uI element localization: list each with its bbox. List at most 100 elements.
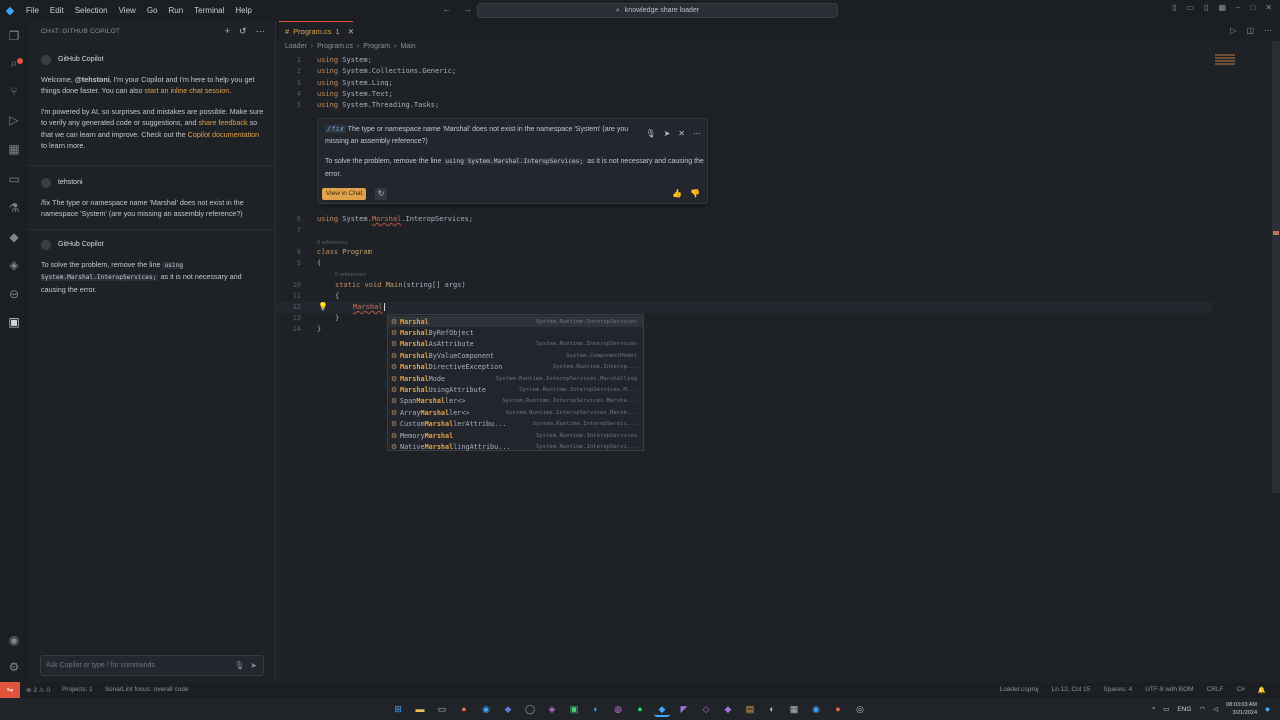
- problems-indicator[interactable]: ⊗ 3 ⚠ 0: [26, 686, 50, 694]
- command-center-search[interactable]: ⌕ knowledge share loader: [477, 3, 838, 18]
- clock[interactable]: 08:03:03 AM 3/21/2024: [1226, 701, 1257, 717]
- obs-icon[interactable]: ◍: [610, 701, 626, 717]
- remote-indicator-icon[interactable]: ⇋: [0, 682, 20, 698]
- menu-go[interactable]: Go: [147, 6, 158, 15]
- spotify-icon[interactable]: ●: [632, 701, 648, 717]
- thumbs-up-icon[interactable]: 👍: [672, 189, 682, 198]
- app-icon[interactable]: ◐: [764, 701, 780, 717]
- app-icon[interactable]: ●: [830, 701, 846, 717]
- copilot-tray-icon[interactable]: ◆: [1265, 705, 1270, 713]
- source-control-icon[interactable]: ⑂: [6, 83, 22, 99]
- new-chat-icon[interactable]: +: [225, 26, 230, 37]
- close-tab-icon[interactable]: ✕: [348, 27, 354, 36]
- app-icon[interactable]: ◆: [720, 701, 736, 717]
- file-explorer-icon[interactable]: ▬: [412, 701, 428, 717]
- breadcrumb-folder[interactable]: Loader: [285, 43, 307, 50]
- menu-run[interactable]: Run: [168, 6, 183, 15]
- copilot-chat-icon[interactable]: ▣: [6, 314, 22, 330]
- chat-input[interactable]: Ask Copilot or type / for commands 🎙 ➤: [40, 655, 264, 676]
- tray-app-icon[interactable]: ▭: [1163, 705, 1169, 713]
- run-icon[interactable]: ▷: [1230, 26, 1236, 35]
- sonarlint-indicator[interactable]: SonarLint focus: overall code: [105, 686, 189, 694]
- autocomplete-item[interactable]: ⚙ NativeMarshallingAttribu... System.Runti…: [388, 441, 643, 452]
- extensions-icon[interactable]: ▦: [6, 141, 22, 157]
- microphone-icon[interactable]: 🎙: [645, 129, 655, 138]
- close-window-icon[interactable]: ✕: [1265, 3, 1272, 12]
- autocomplete-item[interactable]: ⚙ MarshalDirectiveException System.Runtime…: [388, 362, 643, 373]
- breadcrumb-method[interactable]: Main: [400, 43, 415, 50]
- gitlens-icon[interactable]: ◈: [6, 257, 22, 273]
- menu-edit[interactable]: Edit: [50, 6, 64, 15]
- send-icon[interactable]: ➤: [664, 129, 671, 138]
- autocomplete-item[interactable]: ⚙ ArrayMarshaller<> System.Runtime.Interop…: [388, 407, 643, 418]
- lightbulb-icon[interactable]: 💡: [318, 302, 328, 311]
- github-icon[interactable]: ◯: [522, 701, 538, 717]
- inline-chat-link[interactable]: start an inline chat session: [145, 86, 230, 95]
- view-in-chat-button[interactable]: View in Chat: [322, 188, 367, 200]
- copilot-docs-link[interactable]: Copilot documentation: [188, 130, 260, 139]
- codelens-references[interactable]: 0 references: [317, 240, 348, 246]
- layout-icon[interactable]: ▦: [1218, 3, 1226, 12]
- thumbs-down-icon[interactable]: 👎: [690, 189, 700, 198]
- bitwarden-icon[interactable]: ◆: [500, 701, 516, 717]
- history-icon[interactable]: ↺: [239, 26, 247, 37]
- editor-more-icon[interactable]: ⋯: [1264, 26, 1272, 35]
- tab-program-cs[interactable]: # Program.cs 1 ✕: [279, 21, 354, 41]
- edge-icon[interactable]: ◉: [478, 701, 494, 717]
- app-icon[interactable]: ▤: [742, 701, 758, 717]
- testing-icon[interactable]: ⚗: [6, 200, 22, 216]
- breadcrumb-file[interactable]: Program.cs: [317, 43, 353, 50]
- remote-explorer-icon[interactable]: ▭: [6, 171, 22, 187]
- toggle-secondary-sidebar-icon[interactable]: ▯: [1204, 3, 1208, 12]
- notifications-bell-icon[interactable]: 🔔: [1258, 686, 1266, 694]
- app-icon[interactable]: ▦: [786, 701, 802, 717]
- menu-file[interactable]: File: [26, 6, 39, 15]
- autocomplete-item[interactable]: ⚙ MarshalMode System.Runtime.InteropServic…: [388, 373, 643, 384]
- regenerate-icon[interactable]: ↻: [375, 188, 387, 200]
- sonarlint-icon[interactable]: ⊖: [6, 286, 22, 302]
- search-activity-icon[interactable]: ⌕: [6, 55, 22, 71]
- menu-view[interactable]: View: [119, 6, 136, 15]
- app-icon[interactable]: ◉: [808, 701, 824, 717]
- tray-chevron-icon[interactable]: ^: [1152, 706, 1155, 713]
- autocomplete-item[interactable]: ⚙ MarshalAsAttribute System.Runtime.Intero…: [388, 339, 643, 350]
- minimap[interactable]: [1215, 54, 1235, 68]
- steam-icon[interactable]: ◐: [588, 701, 604, 717]
- minimize-icon[interactable]: –: [1236, 3, 1240, 12]
- docker-icon[interactable]: ◆: [6, 229, 22, 245]
- autocomplete-item[interactable]: ⚙ Marshal System.Runtime.InteropServices: [388, 316, 643, 328]
- explorer-icon[interactable]: ❐: [6, 28, 22, 44]
- maximize-icon[interactable]: □: [1250, 3, 1255, 12]
- toggle-panel-icon[interactable]: ▭: [1186, 3, 1194, 12]
- vscode-taskbar-icon[interactable]: ◆: [654, 701, 670, 717]
- autocomplete-item[interactable]: ⚙ CustomMarshallerAttribu... System.Runtim…: [388, 419, 643, 430]
- microphone-icon[interactable]: 🎙: [234, 661, 244, 670]
- start-windows-icon[interactable]: ⊞: [390, 701, 406, 717]
- volume-icon[interactable]: ◁: [1213, 705, 1218, 713]
- breadcrumb-class[interactable]: Program: [363, 43, 390, 50]
- project-file[interactable]: Loader.csproj: [1000, 686, 1039, 694]
- vertical-scrollbar[interactable]: [1272, 41, 1280, 493]
- visual-studio-icon[interactable]: ◤: [676, 701, 692, 717]
- more-actions-icon[interactable]: ⋯: [256, 26, 265, 37]
- run-debug-icon[interactable]: ▷: [6, 112, 22, 128]
- language-mode[interactable]: C#: [1237, 686, 1245, 694]
- menu-terminal[interactable]: Terminal: [194, 6, 224, 15]
- terminal-icon[interactable]: ▭: [434, 701, 450, 717]
- app-icon[interactable]: ◈: [544, 701, 560, 717]
- end-of-line[interactable]: CRLF: [1207, 686, 1224, 694]
- toggle-sidebar-icon[interactable]: ▯: [1172, 3, 1176, 12]
- more-actions-icon[interactable]: ⋯: [693, 129, 701, 138]
- autocomplete-item[interactable]: ⚙ MarshalByValueComponent System.Component…: [388, 350, 643, 361]
- projects-indicator[interactable]: Projects: 1: [62, 686, 93, 694]
- encoding[interactable]: UTF-8 with BOM: [1145, 686, 1193, 694]
- account-icon[interactable]: ◉: [6, 632, 22, 648]
- autocomplete-item[interactable]: ⚙ MarshalByRefObject: [388, 327, 643, 338]
- settings-gear-icon[interactable]: ⚙: [6, 659, 22, 675]
- codelens-references[interactable]: 0 references: [335, 272, 366, 278]
- menu-help[interactable]: Help: [235, 6, 251, 15]
- app-icon[interactable]: ▣: [566, 701, 582, 717]
- close-icon[interactable]: ✕: [678, 129, 685, 138]
- share-feedback-link[interactable]: share feedback: [198, 118, 247, 127]
- indentation[interactable]: Spaces: 4: [1103, 686, 1132, 694]
